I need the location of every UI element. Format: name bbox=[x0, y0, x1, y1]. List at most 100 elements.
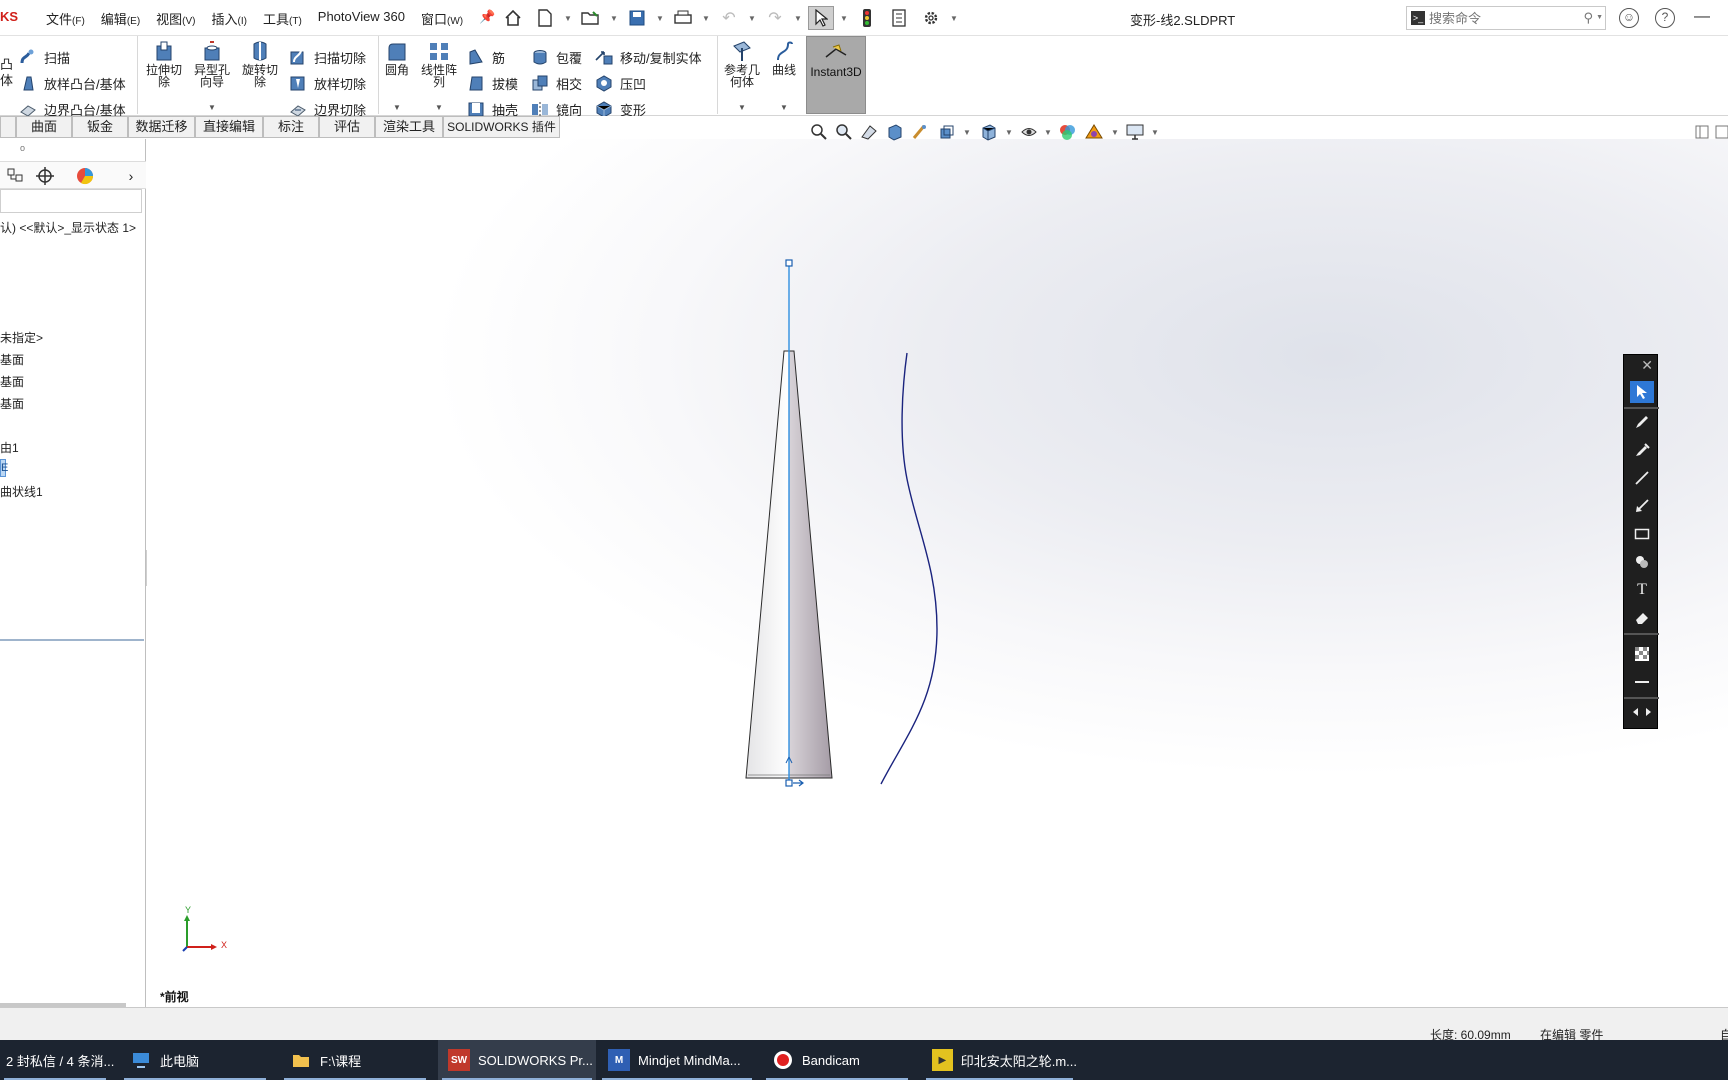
tree-item-right-plane[interactable]: 基面 bbox=[0, 395, 24, 412]
taskbar-item-mindjet[interactable]: M Mindjet MindMa... bbox=[598, 1040, 756, 1080]
tab-data-migration[interactable]: 数据迁移 bbox=[128, 116, 195, 138]
numbered-stamp-icon[interactable] bbox=[1630, 551, 1654, 573]
tree-item-selected-feature[interactable]: E bbox=[0, 459, 8, 477]
tab-render-tools[interactable]: 渲染工具 bbox=[375, 116, 443, 138]
pin-icon[interactable]: 📌 bbox=[479, 9, 495, 28]
fillet-button[interactable]: 圆角 ▼ bbox=[374, 38, 420, 112]
chevron-down-icon[interactable]: ▼ bbox=[416, 102, 462, 114]
tab-clipped[interactable] bbox=[0, 116, 16, 138]
menu-insert[interactable]: 插入(I) bbox=[212, 9, 247, 28]
chevron-down-icon[interactable]: ▼ bbox=[719, 102, 765, 114]
chevron-down-icon[interactable]: ▼ bbox=[1596, 14, 1603, 21]
curves-button[interactable]: 曲线 ▼ bbox=[761, 38, 807, 112]
file-properties-icon[interactable] bbox=[886, 6, 912, 30]
swept-cut-button[interactable]: 扫描切除 bbox=[288, 46, 366, 68]
eraser-icon[interactable] bbox=[1630, 607, 1654, 629]
rebuild-traffic-light-icon[interactable] bbox=[854, 6, 880, 30]
pen-icon[interactable] bbox=[1630, 411, 1654, 433]
taskbar-item-file-explorer[interactable]: F:\课程 bbox=[280, 1040, 430, 1080]
revolved-cut-button[interactable]: 旋转切 除 bbox=[237, 38, 283, 88]
expand-toolbar-icon[interactable] bbox=[1630, 701, 1654, 723]
wrap-button[interactable]: 包覆 bbox=[530, 46, 582, 68]
save-icon[interactable] bbox=[624, 6, 650, 30]
tree-filter-input[interactable] bbox=[0, 189, 142, 213]
tree-item-front-plane[interactable]: 基面 bbox=[0, 351, 24, 368]
chevron-down-icon[interactable]: ▼ bbox=[761, 102, 807, 114]
chevron-down-icon[interactable]: ▼ bbox=[950, 14, 958, 23]
transparency-icon[interactable] bbox=[1630, 643, 1654, 665]
chevron-right-icon[interactable]: › bbox=[116, 164, 146, 188]
rollback-bar[interactable] bbox=[0, 639, 144, 641]
configuration-manager-icon[interactable] bbox=[0, 164, 30, 188]
taskbar-item-solidworks[interactable]: SW SOLIDWORKS Pr... bbox=[438, 1040, 596, 1080]
chevron-down-icon[interactable]: ▼ bbox=[840, 14, 848, 23]
text-tool-icon[interactable]: T bbox=[1630, 579, 1654, 601]
tree-item-material[interactable]: 未指定> bbox=[0, 329, 43, 346]
hole-wizard-button[interactable]: 异型孔 向导 ▼ bbox=[189, 38, 235, 112]
search-icon[interactable]: ⚲ bbox=[1583, 10, 1593, 26]
redo-icon[interactable]: ↷ bbox=[762, 6, 788, 30]
chevron-down-icon[interactable]: ▼ bbox=[374, 102, 420, 114]
tab-evaluate[interactable]: 评估 bbox=[319, 116, 375, 138]
highlighter-icon[interactable] bbox=[1630, 439, 1654, 461]
chevron-down-icon[interactable]: ▼ bbox=[1111, 128, 1119, 137]
tab-surfaces[interactable]: 曲面 bbox=[16, 116, 72, 138]
intersect-button[interactable]: 相交 bbox=[530, 72, 582, 94]
menu-window[interactable]: 窗口(W) bbox=[421, 9, 463, 28]
extruded-cut-button[interactable]: 拉伸切 除 bbox=[141, 38, 187, 88]
minimize-button[interactable]: — bbox=[1694, 8, 1710, 26]
menu-file[interactable]: 文件(F) bbox=[46, 9, 85, 28]
chevron-down-icon[interactable]: ▼ bbox=[610, 14, 618, 23]
taskbar-item-messages[interactable]: 2 封私信 / 4 条消... bbox=[0, 1040, 114, 1080]
tab-sheet-metal[interactable]: 钣金 bbox=[72, 116, 128, 138]
chevron-down-icon[interactable]: ▼ bbox=[1151, 128, 1159, 137]
display-manager-icon[interactable] bbox=[70, 164, 100, 188]
tab-markup[interactable]: 标注 bbox=[263, 116, 319, 138]
undo-icon[interactable]: ↶ bbox=[716, 6, 742, 30]
select-pointer-icon[interactable] bbox=[1630, 381, 1654, 403]
gear-icon[interactable] bbox=[918, 6, 944, 30]
search-input[interactable] bbox=[1429, 9, 1579, 27]
chevron-down-icon[interactable]: ▼ bbox=[1044, 128, 1052, 137]
chevron-down-icon[interactable]: ▼ bbox=[1005, 128, 1013, 137]
open-folder-icon[interactable] bbox=[578, 6, 604, 30]
chevron-down-icon[interactable]: ▼ bbox=[189, 102, 235, 114]
chevron-down-icon[interactable]: ▼ bbox=[794, 14, 802, 23]
menu-edit[interactable]: 编辑(E) bbox=[101, 9, 140, 28]
loft-boss-button[interactable]: 放样凸台/基体 bbox=[18, 72, 126, 94]
menu-tools[interactable]: 工具(T) bbox=[263, 9, 302, 28]
close-icon[interactable]: ✕ bbox=[1641, 357, 1653, 374]
tree-item-shape-curve[interactable]: 曲状线1 bbox=[0, 483, 43, 500]
user-account-icon[interactable]: ☺ bbox=[1619, 8, 1639, 28]
home-icon[interactable] bbox=[500, 6, 526, 30]
instant3d-button[interactable]: Instant3D bbox=[806, 36, 866, 114]
menu-photoview[interactable]: PhotoView 360 bbox=[318, 9, 405, 28]
menu-view[interactable]: 视图(V) bbox=[156, 9, 195, 28]
chevron-down-icon[interactable]: ▼ bbox=[748, 14, 756, 23]
tab-solidworks-addins[interactable]: SOLIDWORKS 插件 bbox=[443, 116, 560, 138]
taskbar-item-media-player[interactable]: ▶ 印北安太阳之轮.m... bbox=[922, 1040, 1077, 1080]
indent-button[interactable]: 压凹 bbox=[594, 72, 646, 94]
print-icon[interactable] bbox=[670, 6, 696, 30]
tree-item-top-plane[interactable]: 基面 bbox=[0, 373, 24, 390]
lofted-cut-button[interactable]: 放样切除 bbox=[288, 72, 366, 94]
select-arrow-icon[interactable] bbox=[808, 6, 834, 30]
draft-button[interactable]: 拔模 bbox=[466, 72, 518, 94]
taskbar-item-this-pc[interactable]: 此电脑 bbox=[120, 1040, 270, 1080]
shape-curve[interactable] bbox=[880, 352, 938, 785]
rib-button[interactable]: 筋 bbox=[466, 46, 505, 68]
reference-geometry-button[interactable]: 参考几 何体 ▼ bbox=[719, 38, 765, 112]
chevron-down-icon[interactable]: ▼ bbox=[963, 128, 971, 137]
line-icon[interactable] bbox=[1630, 467, 1654, 489]
stroke-width-icon[interactable] bbox=[1630, 671, 1654, 693]
chevron-down-icon[interactable]: ▼ bbox=[564, 14, 572, 23]
help-icon[interactable]: ? bbox=[1655, 8, 1675, 28]
chevron-down-icon[interactable]: ▼ bbox=[656, 14, 664, 23]
tab-direct-editing[interactable]: 直接编辑 bbox=[195, 116, 263, 138]
dimxpert-crosshair-icon[interactable] bbox=[30, 164, 60, 188]
new-document-icon[interactable] bbox=[532, 6, 558, 30]
rectangle-icon[interactable] bbox=[1630, 523, 1654, 545]
linear-pattern-button[interactable]: 线性阵 列 ▼ bbox=[416, 38, 462, 112]
arrow-line-icon[interactable] bbox=[1630, 495, 1654, 517]
chevron-down-icon[interactable]: ▼ bbox=[702, 14, 710, 23]
